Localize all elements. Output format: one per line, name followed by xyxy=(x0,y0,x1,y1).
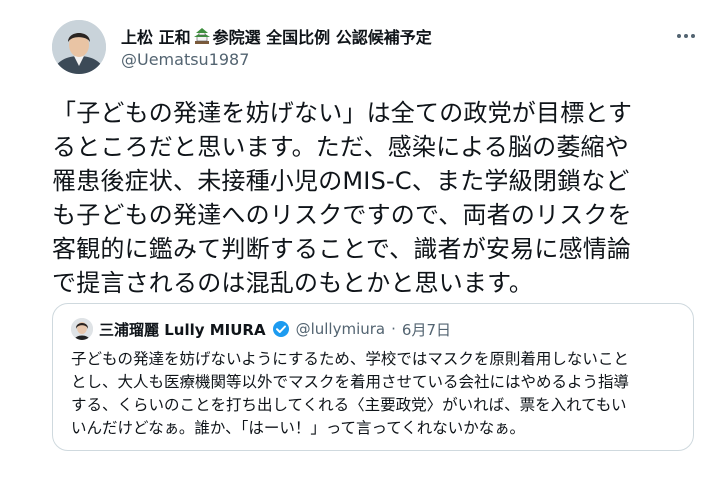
author-name-prefix: 上松 正和 xyxy=(121,28,191,47)
quoted-author-handle[interactable]: @lullymiura xyxy=(296,320,386,338)
author-handle[interactable]: @Uematsu1987 xyxy=(121,50,249,69)
meta-separator: · xyxy=(391,320,396,338)
tweet-card: 上松 正和 参院選 全国比例 公認候補予定 @Uematsu1987 「子どもの… xyxy=(0,0,720,480)
tweet-text: 「子どもの発達を妨げない」は全ての政党が目標とす るところだと思います。ただ、感… xyxy=(52,99,633,297)
quoted-author-avatar[interactable] xyxy=(71,318,93,340)
author-name-suffix: 参院選 全国比例 公認候補予定 xyxy=(212,28,432,47)
author-avatar[interactable] xyxy=(52,20,106,74)
more-options-button[interactable] xyxy=(672,22,700,50)
quoted-date[interactable]: 6月7日 xyxy=(402,319,451,340)
author-name[interactable]: 上松 正和 参院選 全国比例 公認候補予定 xyxy=(121,24,432,48)
verified-badge-icon xyxy=(272,320,290,338)
quoted-tweet[interactable]: 三浦瑠麗 Lully MIURA @lullymiura · 6月7日 子どもの… xyxy=(52,303,694,451)
quoted-tweet-header: 三浦瑠麗 Lully MIURA @lullymiura · 6月7日 xyxy=(71,318,451,340)
japanese-castle-icon xyxy=(193,27,211,45)
quoted-author-name[interactable]: 三浦瑠麗 Lully MIURA xyxy=(99,319,266,340)
more-dots-icon xyxy=(677,34,695,38)
quoted-tweet-text: 子どもの発達を妨げないようにするため、学校ではマスクを原則着用しないこと とし、… xyxy=(71,350,630,437)
